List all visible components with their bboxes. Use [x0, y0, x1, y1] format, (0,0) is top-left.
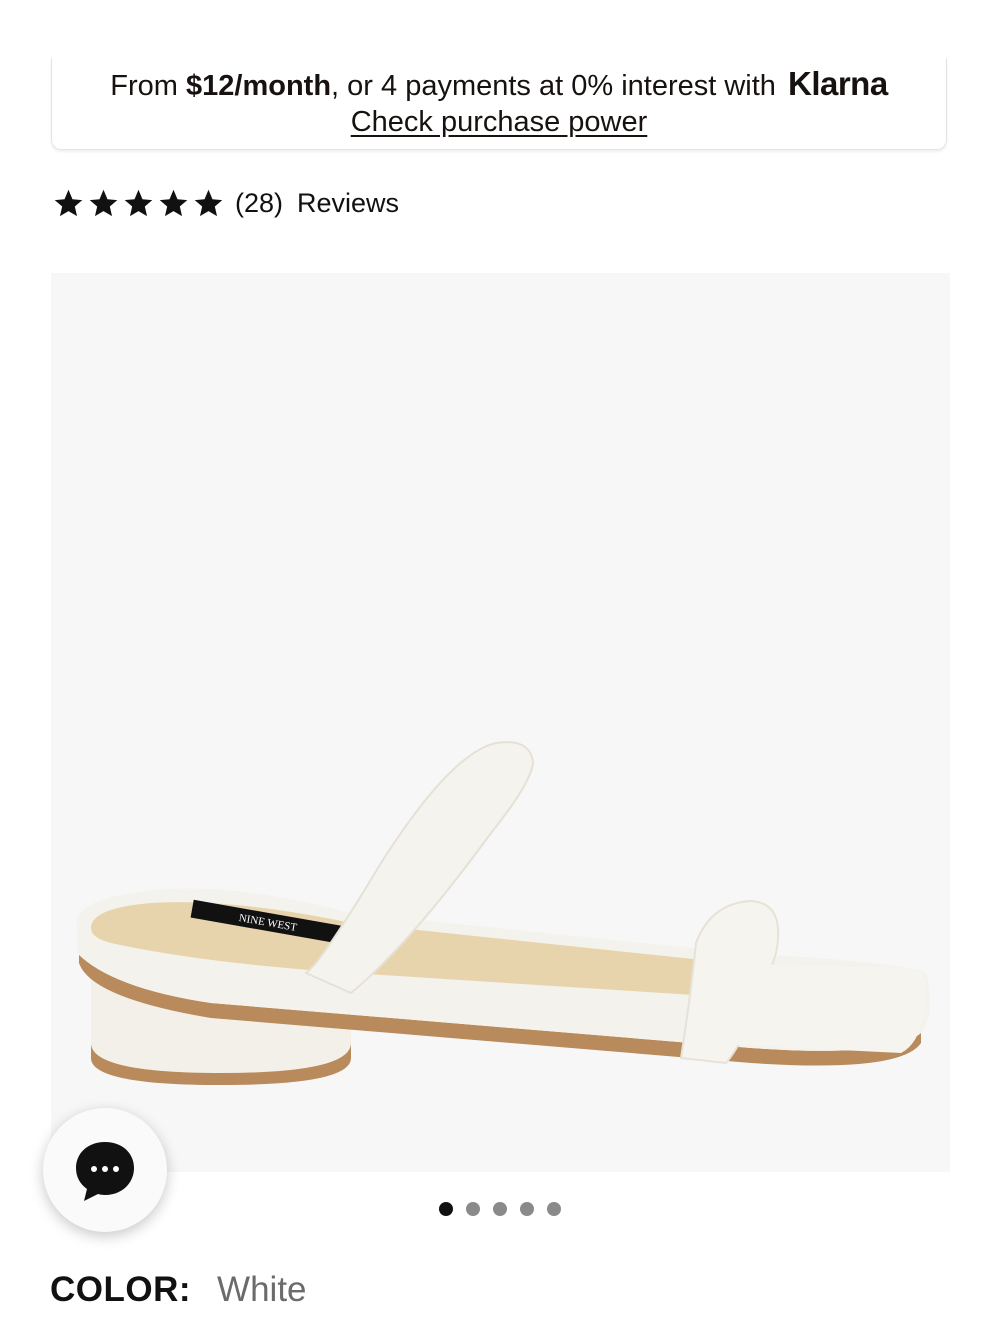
star-icon — [122, 187, 155, 220]
review-count: (28) — [235, 187, 284, 218]
star-icon — [52, 187, 85, 220]
klarna-banner: From $12/month, or 4 payments at 0% inte… — [51, 58, 947, 150]
carousel-dot[interactable] — [439, 1202, 453, 1216]
klarna-prefix: From — [110, 70, 187, 102]
carousel-dot[interactable] — [466, 1202, 480, 1216]
carousel-dot[interactable] — [547, 1202, 561, 1216]
check-purchase-power-link[interactable]: Check purchase power — [52, 104, 946, 140]
star-rating — [52, 187, 225, 220]
white-sandal-product-photo: NINE WEST — [76, 741, 931, 1085]
klarna-logo: Klarna — [787, 65, 888, 102]
reviews-link[interactable]: Reviews — [297, 188, 399, 219]
klarna-amount: $12/month — [186, 70, 332, 102]
color-value: White — [217, 1270, 307, 1309]
carousel-dots — [0, 1202, 1000, 1216]
klarna-offer-text: From $12/month, or 4 payments at 0% inte… — [52, 66, 946, 104]
rating-summary[interactable]: (28) Reviews — [52, 184, 399, 222]
star-icon — [87, 187, 120, 220]
chat-bubble-icon — [76, 1142, 134, 1201]
carousel-dot[interactable] — [493, 1202, 507, 1216]
product-image[interactable]: NINE WEST — [51, 273, 950, 1172]
color-label: COLOR: — [50, 1270, 192, 1309]
color-selector-label: COLOR: White — [50, 1268, 307, 1312]
star-icon — [192, 187, 225, 220]
klarna-middle: , or 4 payments at 0% interest with — [331, 70, 784, 102]
carousel-dot[interactable] — [520, 1202, 534, 1216]
star-icon — [157, 187, 190, 220]
